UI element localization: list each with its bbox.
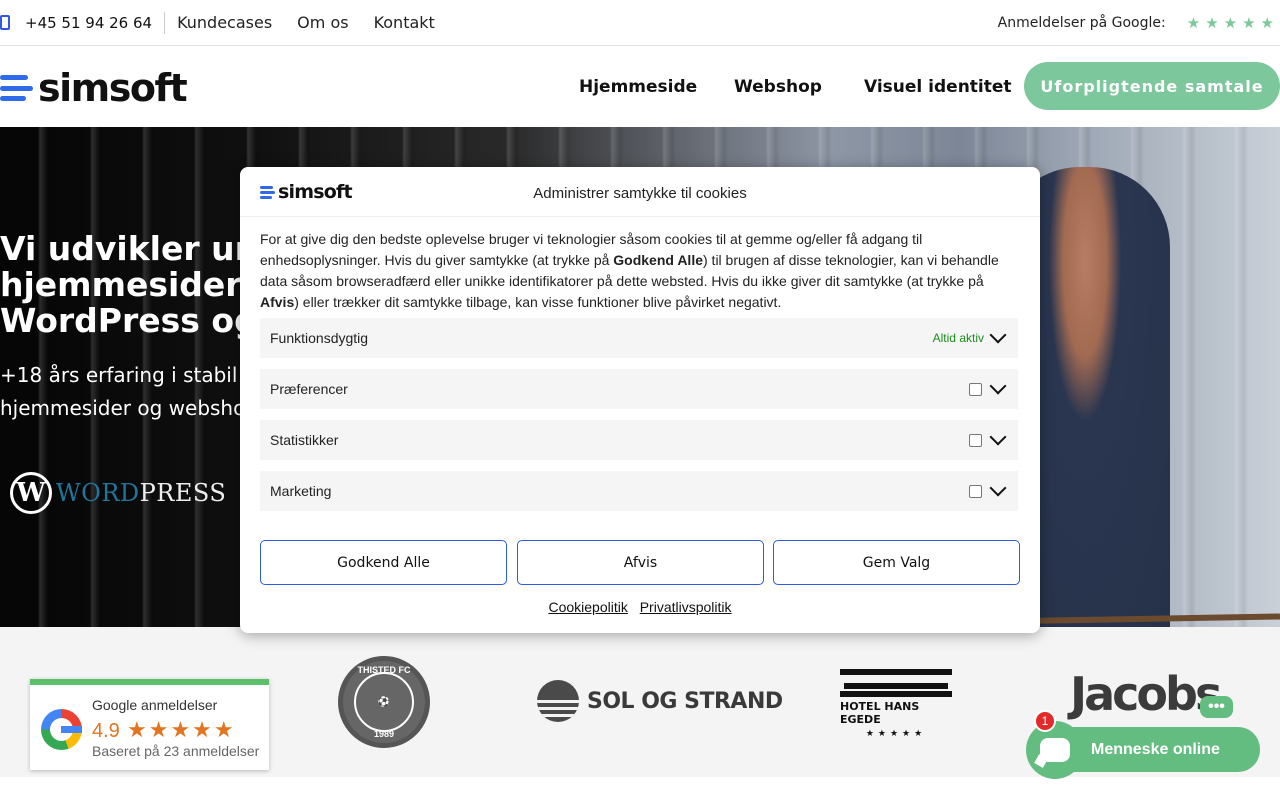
chevron-down-icon[interactable] — [989, 377, 1007, 395]
logo-text: simsoft — [38, 66, 188, 110]
cookie-text-bold: Afvis — [260, 294, 295, 310]
phone-contact[interactable]: +45 51 94 26 64 — [0, 11, 166, 34]
category-label: Statistikker — [270, 432, 339, 448]
statistics-checkbox[interactable] — [969, 433, 982, 447]
hero-title-line: Vi udvikler un — [0, 231, 240, 268]
star-icon: ★ — [1205, 14, 1219, 32]
star-icon: ★ — [1242, 14, 1256, 32]
google-review-stars-icon: ★★★★★ — [127, 717, 236, 742]
chevron-down-icon[interactable] — [989, 479, 1007, 497]
sol-og-strand-text: SOL OG STRAND — [587, 688, 783, 714]
hotel-stars: ★★★★★ — [865, 728, 927, 738]
marketing-checkbox[interactable] — [969, 484, 982, 498]
menu-bars-icon — [0, 75, 33, 101]
nav-hjemmeside[interactable]: Hjemmeside — [579, 46, 697, 127]
deny-button[interactable]: Afvis — [517, 540, 764, 585]
chat-notification-badge: 1 — [1034, 710, 1056, 732]
chat-bubble-icon[interactable] — [1026, 721, 1084, 779]
accept-all-button[interactable]: Godkend Alle — [260, 540, 507, 585]
sun-waves-icon — [537, 680, 579, 722]
hotel-name: HOTEL HANS EGEDE — [840, 700, 920, 726]
jacobs-logo: Jacobs — [1070, 667, 1222, 721]
thisted-fc-logo: THISTED FC ⚽ 1989 — [338, 656, 430, 748]
hero-title-line: WordPress og — [0, 301, 240, 339]
cookie-category-statistikker[interactable]: Statistikker — [260, 420, 1018, 460]
privacy-policy-link[interactable]: Privatlivspolitik — [640, 599, 732, 615]
preferences-checkbox[interactable] — [969, 382, 982, 396]
google-review-score: 4.9 — [92, 720, 120, 742]
cookie-header: simsoft Administrer samtykke til cookies — [240, 167, 1040, 217]
category-label: Marketing — [270, 483, 332, 499]
category-label: Funktionsdygtig — [270, 330, 369, 346]
always-active-label: Altid aktiv — [932, 331, 984, 345]
cta-button[interactable]: Uforpligtende samtale — [1024, 62, 1280, 110]
cookie-policy-links: Cookiepolitik Privatlivspolitik — [240, 599, 1040, 615]
toplink-kontakt[interactable]: Kontakt — [374, 13, 435, 32]
thisted-year: 1989 — [373, 729, 395, 739]
phone-number[interactable]: +45 51 94 26 64 — [25, 14, 152, 32]
hhe-monogram-icon — [840, 669, 952, 697]
sol-og-strand-logo: SOL OG STRAND — [537, 680, 783, 722]
save-preferences-button[interactable]: Gem Valg — [773, 540, 1020, 585]
cookie-category-marketing[interactable]: Marketing — [260, 471, 1018, 511]
cookie-category-funktionsdygtig[interactable]: Funktionsdygtig Altid aktiv — [260, 318, 1018, 358]
wordpress-logo: W WORDPRESS — [10, 472, 226, 514]
google-review-count: Baseret på 23 anmeldelser — [92, 743, 260, 759]
thisted-name: THISTED FC — [357, 665, 411, 675]
star-icon: ★ — [1186, 14, 1201, 32]
cookie-text-bold: Godkend Alle — [613, 252, 703, 268]
phone-icon — [0, 15, 10, 30]
chevron-down-icon[interactable] — [989, 326, 1007, 344]
cookie-text: ) eller trækker dit samtykke tilbage, ka… — [294, 294, 782, 310]
star-icon: ★ — [1260, 14, 1274, 32]
site-logo[interactable]: simsoft — [0, 66, 188, 110]
hero-subtitle: +18 års erfaring i stabil o hjemmesider … — [0, 359, 245, 425]
cookie-category-praeferencer[interactable]: Præferencer — [260, 369, 1018, 409]
nav-webshop[interactable]: Webshop — [734, 46, 822, 127]
reviews-label: Anmeldelser på Google: — [997, 15, 1166, 31]
wordpress-icon: W — [10, 472, 52, 514]
wordpress-word: WORD — [56, 479, 140, 507]
star-icon: ★ — [1223, 14, 1238, 32]
chevron-down-icon[interactable] — [989, 428, 1007, 446]
main-header: simsoft Hjemmeside Webshop Visuel identi… — [0, 46, 1280, 127]
google-review-title: Google anmeldelser — [92, 697, 218, 713]
hero-subtitle-line: +18 års erfaring i stabil o — [0, 363, 245, 387]
cookie-policy-link[interactable]: Cookiepolitik — [548, 599, 627, 615]
hero-title-line: hjemmesider o — [0, 265, 240, 304]
chat-more-button[interactable]: ••• — [1200, 696, 1233, 718]
toplink-kundecases[interactable]: Kundecases — [177, 13, 272, 32]
nav-visuel-identitet[interactable]: Visuel identitet — [864, 46, 1012, 127]
top-bar: +45 51 94 26 64 Kundecases Om os Kontakt… — [0, 0, 1280, 46]
hero-title: Vi udvikler un hjemmesider o WordPress o… — [0, 231, 240, 339]
toplink-om-os[interactable]: Om os — [297, 13, 348, 32]
cookie-description: For at give dig den bedste oplevelse bru… — [260, 229, 1020, 313]
google-review-widget[interactable]: Google anmeldelser 4.9 ★★★★★ Baseret på … — [30, 679, 269, 770]
football-player-icon: ⚽ — [354, 672, 414, 732]
category-label: Præferencer — [270, 381, 348, 397]
google-reviews-summary[interactable]: Anmeldelser på Google: ★ ★ ★ ★ ★ — [998, 0, 1274, 46]
hero-subtitle-line: hjemmesider og websho — [0, 396, 245, 420]
google-g-icon — [41, 709, 82, 750]
wordpress-press: PRESS — [139, 479, 227, 507]
hotel-hans-egede-logo: HOTEL HANS EGEDE ★★★★★ — [840, 665, 952, 739]
cookie-title: Administrer samtykke til cookies — [533, 185, 747, 202]
cookie-consent-dialog: simsoft Administrer samtykke til cookies… — [240, 167, 1040, 633]
